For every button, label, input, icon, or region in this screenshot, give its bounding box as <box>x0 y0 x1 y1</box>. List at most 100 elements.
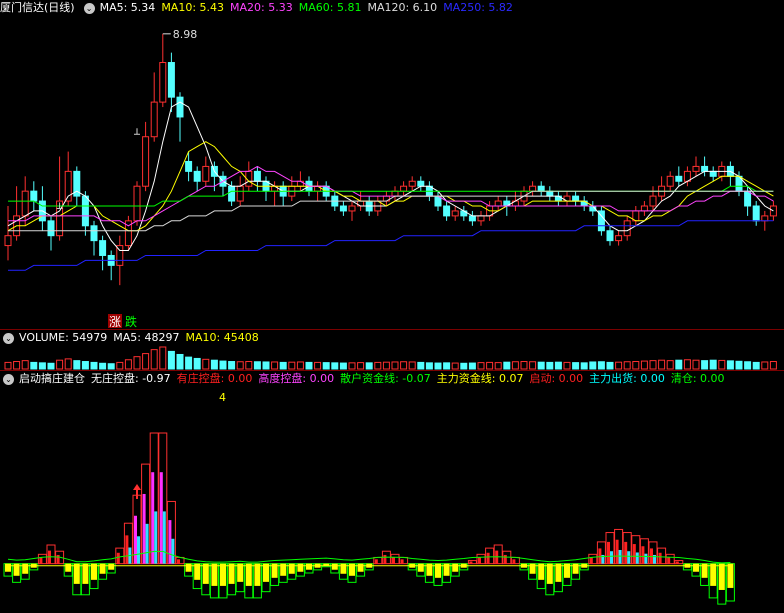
volume-bar <box>193 357 201 370</box>
candle-body <box>537 185 545 192</box>
volume-bar <box>99 362 107 370</box>
indicator-legend-item-1: 有庄控盘: 0.00 <box>176 372 253 385</box>
indicator-chart[interactable]: 4 <box>0 371 784 613</box>
indicator-bar-fill <box>469 561 473 564</box>
volume-bar <box>245 361 253 370</box>
candle <box>494 196 502 211</box>
candle <box>615 230 623 246</box>
indicator-bar <box>717 563 727 605</box>
volume-bar <box>666 360 674 370</box>
volume-bar <box>761 361 769 370</box>
candle-body <box>443 205 451 217</box>
stock-chart-window: 8.98 涨跌 厦门信达(日线) ⌄ MA5: 5.34 MA10: 5.43 MA2… <box>0 0 784 613</box>
indicator-bar <box>115 547 125 565</box>
ma-legend-item-0: MA5: 5.34 <box>99 1 156 14</box>
indicator-legend-item-5: 启动: 0.00 <box>529 372 584 385</box>
indicator-bar <box>614 528 624 565</box>
indicator-bar-fill <box>171 538 175 564</box>
indicator-bar-fill <box>108 563 115 570</box>
indicator-bar <box>665 553 675 565</box>
indicator-bar-fill <box>331 563 338 570</box>
indicator-bar-fill <box>22 563 29 574</box>
candle <box>38 186 46 231</box>
indicator-bar-fill <box>65 563 72 572</box>
candle <box>90 220 98 256</box>
indicator-bar-fill <box>710 563 717 586</box>
candle <box>193 166 201 192</box>
indicator-bar <box>313 563 323 571</box>
indicator-bar-fill <box>400 559 404 564</box>
indicator-bar <box>304 563 314 574</box>
candle <box>124 215 132 251</box>
candle <box>563 191 571 206</box>
indicator-bar <box>12 563 22 583</box>
volume-bar <box>348 362 356 370</box>
indicator-bar-fill <box>718 563 725 590</box>
chevron-down-icon[interactable]: ⌄ <box>3 373 14 385</box>
indicator-bar-fill <box>503 554 507 564</box>
candle <box>460 206 468 221</box>
candle-body <box>142 136 150 187</box>
indicator-bar-fill <box>297 563 304 572</box>
indicator-bar <box>364 563 374 571</box>
candle <box>477 210 485 226</box>
candle <box>752 201 760 226</box>
volume-bar <box>434 362 442 370</box>
candle-body <box>649 195 657 207</box>
indicator-legend-item-6: 主力出货: 0.00 <box>589 372 665 385</box>
indicator-bar <box>218 563 228 599</box>
volume-bar <box>443 362 451 370</box>
indicator-bar-fill <box>340 563 347 574</box>
chevron-down-icon[interactable]: ⌄ <box>3 332 14 344</box>
volume-bar <box>486 361 494 370</box>
candle <box>580 196 588 211</box>
candle-body <box>339 205 347 212</box>
signal-up-tag: 涨 <box>109 314 121 329</box>
start-arrow-icon <box>133 484 141 490</box>
indicator-bar <box>106 563 116 574</box>
volume-bar <box>90 361 98 370</box>
indicator-bar-fill <box>667 557 671 564</box>
candlestick-chart[interactable]: 8.98 涨跌 <box>0 0 784 330</box>
indicator-bar-fill <box>512 559 516 564</box>
candle-body <box>692 165 700 172</box>
volume-bar <box>56 359 64 370</box>
candle <box>468 210 476 226</box>
volume-bar <box>735 360 743 370</box>
indicator-bar <box>562 563 572 586</box>
indicator-bar-fill <box>615 539 619 564</box>
volume-bar <box>314 361 322 370</box>
candle-body <box>176 96 184 118</box>
candle-body <box>391 190 399 197</box>
candle <box>417 176 425 192</box>
candle <box>142 121 150 192</box>
high-price-label: 8.98 <box>173 28 198 41</box>
volume-bar <box>21 360 29 370</box>
indicator-legend-item-7: 清仓: 0.00 <box>670 372 725 385</box>
indicator-bar <box>80 563 90 596</box>
candle-body <box>150 101 158 138</box>
candle-body <box>546 190 554 197</box>
volume-bar <box>202 358 210 370</box>
candle <box>73 166 81 206</box>
candle <box>597 206 605 236</box>
volume-bar <box>529 361 537 370</box>
candle-body <box>133 185 141 222</box>
candle <box>279 181 287 206</box>
candle-body <box>159 62 167 103</box>
volume-bar <box>133 356 141 370</box>
chevron-down-icon[interactable]: ⌄ <box>83 2 95 14</box>
candle-body <box>21 190 29 217</box>
candle-body <box>623 220 631 237</box>
volume-bar <box>554 361 562 370</box>
indicator-bar-fill <box>56 554 60 564</box>
volume-legend-item-1: MA5: 48297 <box>113 331 180 344</box>
candle <box>683 166 691 187</box>
candle-body <box>4 235 12 247</box>
candle-body <box>675 175 683 182</box>
indicator-bar-fill <box>162 511 166 564</box>
indicator-bar <box>278 563 288 583</box>
candle-body <box>477 215 485 222</box>
volume-bar <box>460 362 468 370</box>
indicator-legend-item-2: 高度控盘: 0.00 <box>258 372 335 385</box>
